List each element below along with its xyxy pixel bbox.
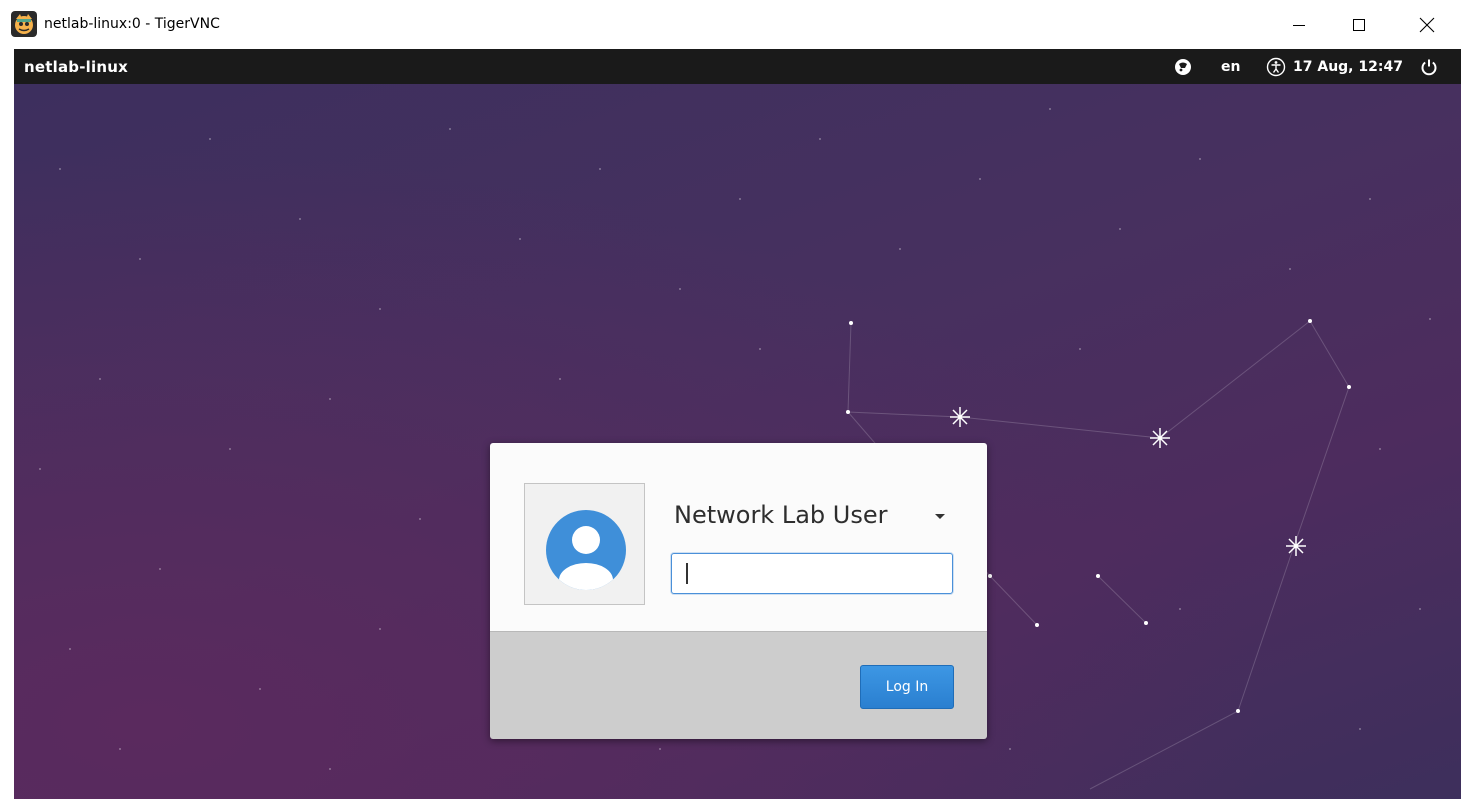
close-icon [1419,17,1435,32]
top-panel: netlab-linux en 17 Aug, 12:47 [14,49,1461,84]
accessibility-icon [1266,57,1286,76]
password-input[interactable] [671,553,953,594]
datetime-label: 17 Aug, 12:47 [1293,58,1403,75]
power-menu[interactable] [1420,49,1438,84]
window-titlebar[interactable]: netlab-linux:0 - TigerVNC [0,0,1461,49]
close-button[interactable] [1404,0,1450,49]
keyboard-layout-label: en [1221,58,1241,75]
accessibility-menu[interactable] [1266,49,1286,84]
user-avatar-icon [546,510,626,590]
login-button[interactable]: Log In [860,665,954,709]
session-indicator[interactable] [1173,49,1193,84]
keyboard-layout-indicator[interactable]: en [1221,49,1240,84]
login-dialog: Network Lab User Log In [490,443,987,739]
avatar [524,483,645,605]
chevron-down-icon [935,514,945,519]
power-icon [1421,59,1437,75]
minimize-icon [1293,24,1305,26]
username-label: Network Lab User [674,501,888,529]
hostname-label: netlab-linux [24,58,128,76]
tigervnc-icon [10,10,38,38]
login-dialog-body: Network Lab User [490,443,987,631]
session-icon [1175,58,1191,75]
clock[interactable]: 17 Aug, 12:47 [1293,49,1403,84]
maximize-button[interactable] [1336,0,1382,49]
window-left-border [0,49,14,799]
user-selector-dropdown[interactable] [928,505,952,529]
text-caret [686,563,688,584]
vnc-remote-screen[interactable]: netlab-linux en 17 Aug, 12:47 Network La… [0,49,1461,799]
maximize-icon [1353,18,1365,31]
minimize-button[interactable] [1276,0,1322,49]
window-title: netlab-linux:0 - TigerVNC [44,16,220,32]
